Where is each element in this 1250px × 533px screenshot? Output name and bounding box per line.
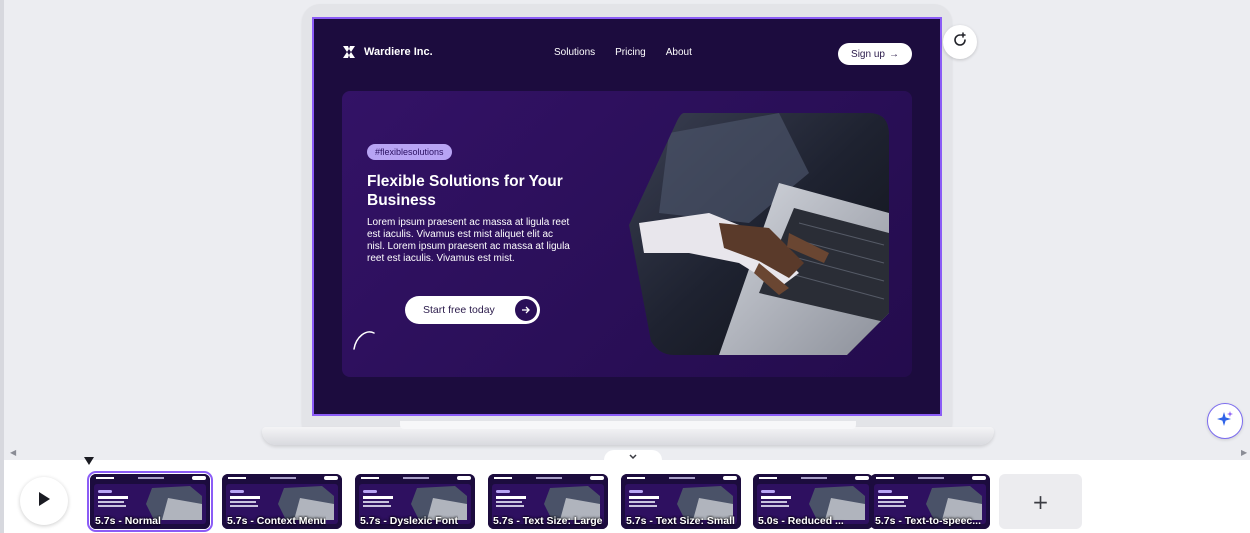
scroll-right-icon[interactable]: ▶: [1241, 448, 1247, 457]
sparkle-icon: [1215, 409, 1235, 434]
hero-photo-laptop-hands: [629, 113, 889, 355]
magic-assistant-button[interactable]: [1207, 403, 1243, 439]
laptop-mockup-notch: [400, 421, 856, 429]
design-editor: Wardiere Inc. Solutions Pricing About Si…: [0, 0, 1250, 533]
cta-label: Start free today: [423, 304, 495, 316]
plus-icon: +: [1032, 489, 1049, 514]
brand-name: Wardiere Inc.: [364, 46, 433, 58]
clip-label: 5.0s - Reduced ...: [758, 515, 844, 527]
squiggle-decoration: [353, 331, 375, 350]
refresh-icon: [951, 31, 969, 54]
nav-link-pricing[interactable]: Pricing: [615, 47, 646, 58]
hero-tag: #flexiblesolutions: [367, 144, 452, 160]
signup-label: Sign up: [851, 48, 885, 60]
timeline-clip[interactable]: 5.7s - Text-to-speec...: [870, 474, 990, 529]
clip-label: 5.7s - Text Size: Small: [626, 515, 735, 527]
brand[interactable]: Wardiere Inc.: [342, 45, 433, 59]
clip-label: 5.7s - Normal: [95, 515, 161, 527]
site-nav: Wardiere Inc. Solutions Pricing About Si…: [314, 19, 940, 89]
hero-section: #flexiblesolutions Flexible Solutions fo…: [342, 91, 912, 377]
clip-label: 5.7s - Context Menu: [227, 515, 327, 527]
signup-button[interactable]: Sign up →: [838, 43, 912, 65]
play-icon: [37, 491, 51, 512]
cta-button[interactable]: Start free today: [405, 296, 540, 324]
nav-link-about[interactable]: About: [666, 47, 692, 58]
site-nav-links: Solutions Pricing About: [554, 47, 692, 58]
add-page-button[interactable]: +: [999, 474, 1082, 529]
website-preview[interactable]: Wardiere Inc. Solutions Pricing About Si…: [312, 17, 942, 416]
clip-label: 5.7s - Text-to-speec...: [875, 515, 982, 527]
refresh-button[interactable]: [943, 25, 977, 59]
scroll-left-icon[interactable]: ◀: [10, 448, 16, 457]
nav-link-solutions[interactable]: Solutions: [554, 47, 595, 58]
timeline-clip[interactable]: 5.7s - Text Size: Small: [621, 474, 741, 529]
brand-logo-icon: [342, 45, 356, 59]
timeline-clip[interactable]: 5.7s - Normal: [87, 471, 213, 532]
timeline-clip[interactable]: 5.7s - Dyslexic Font: [355, 474, 475, 529]
play-button[interactable]: [20, 477, 68, 525]
playhead-marker-icon[interactable]: [84, 457, 94, 465]
arrow-right-icon: [515, 299, 537, 321]
timeline-clip[interactable]: 5.0s - Reduced ...: [753, 474, 873, 529]
hero-title: Flexible Solutions for Your Business: [367, 173, 563, 209]
hero-body: Lorem ipsum praesent ac massa at ligula …: [367, 217, 570, 264]
arrow-right-icon: →: [888, 48, 899, 60]
timeline-clip[interactable]: 5.7s - Text Size: Large: [488, 474, 608, 529]
timeline-clip[interactable]: 5.7s - Context Menu: [222, 474, 342, 529]
laptop-mockup-base: [262, 427, 994, 445]
clip-label: 5.7s - Text Size: Large: [493, 515, 603, 527]
clip-label: 5.7s - Dyslexic Font: [360, 515, 459, 527]
